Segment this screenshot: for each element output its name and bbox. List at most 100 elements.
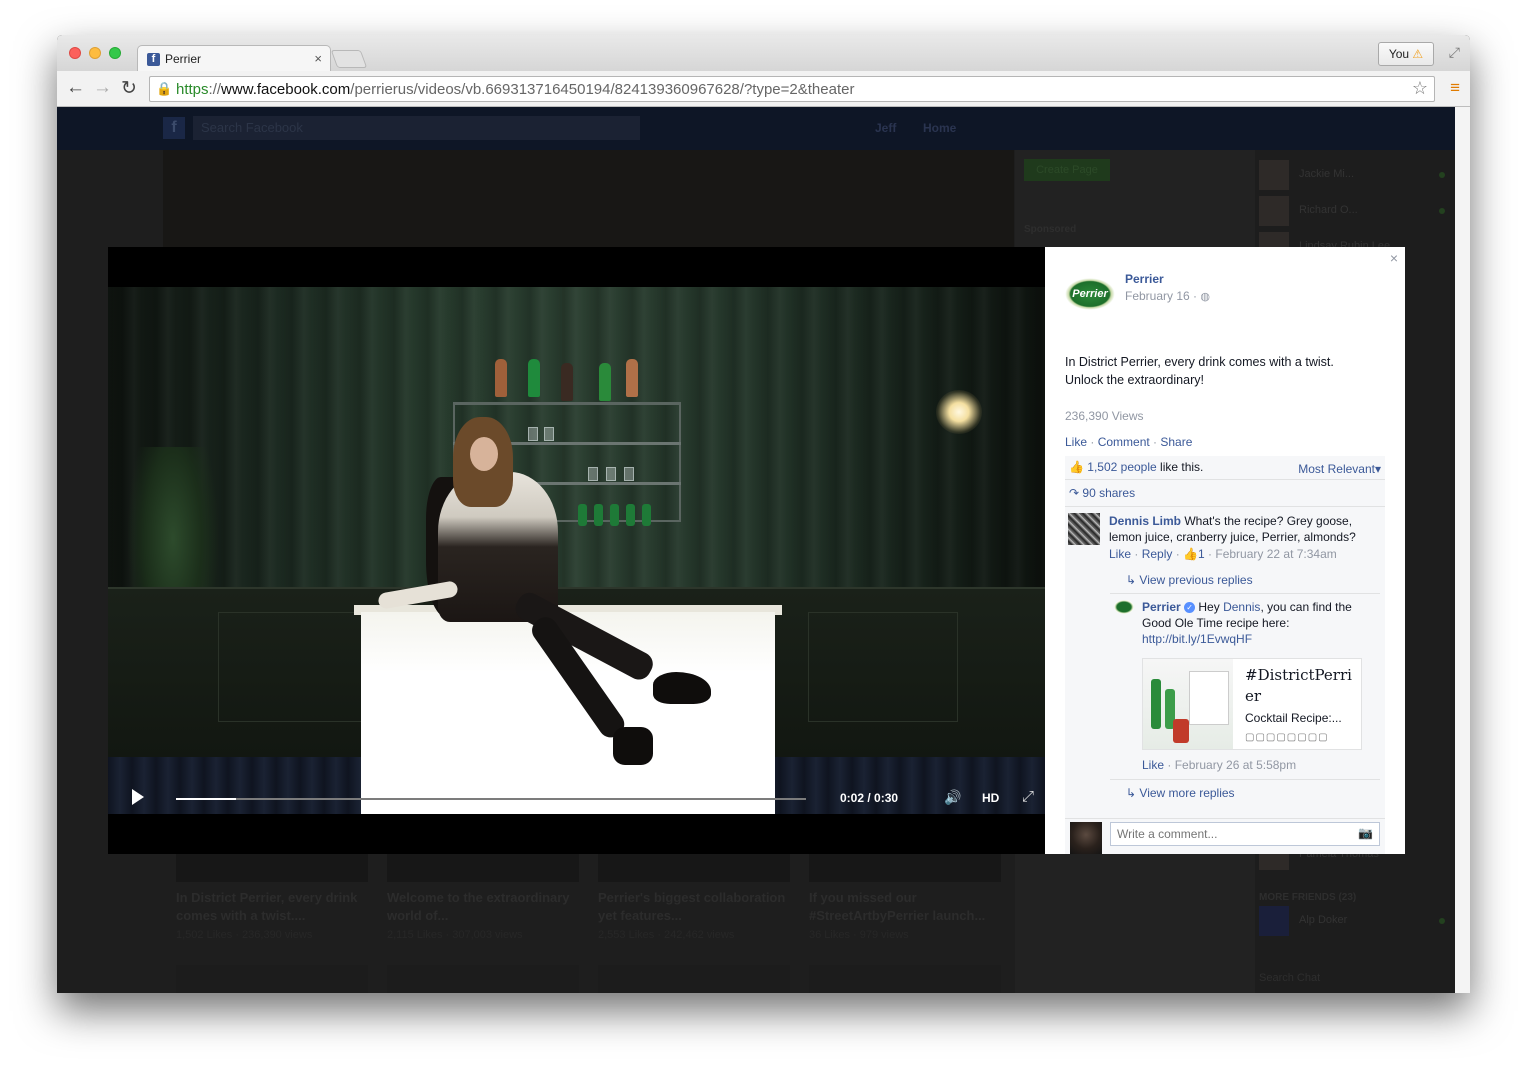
glass-shape bbox=[624, 467, 634, 481]
volume-icon[interactable]: 🔊 bbox=[944, 789, 961, 806]
comment-like-link[interactable]: Like bbox=[1109, 547, 1131, 561]
facebook-search[interactable]: Search Facebook bbox=[193, 116, 640, 140]
comment-composer: 📷 bbox=[1065, 818, 1385, 854]
video-thumbnail[interactable] bbox=[387, 852, 579, 882]
video-thumbnail[interactable] bbox=[176, 852, 368, 882]
video-thumbnail[interactable] bbox=[809, 965, 1001, 993]
view-previous-replies-link[interactable]: ↳ View previous replies bbox=[1126, 573, 1253, 587]
chat-search[interactable]: Search Chat bbox=[1259, 972, 1320, 984]
glass-shape bbox=[528, 427, 538, 441]
mention-link[interactable]: Dennis bbox=[1223, 600, 1260, 614]
video-thumbnail[interactable] bbox=[598, 965, 790, 993]
view-more-replies-row: ↳ View more replies bbox=[1110, 782, 1380, 808]
comment-timestamp[interactable]: February 22 at 7:34am bbox=[1215, 547, 1336, 561]
chat-contact[interactable]: Jackie Mi... bbox=[1259, 160, 1449, 190]
video-thumbnail[interactable] bbox=[176, 965, 368, 993]
facebook-page: f Search Facebook Jeff Home Create Page … bbox=[57, 107, 1470, 993]
verified-badge-icon: ✓ bbox=[1184, 602, 1196, 614]
shares-link[interactable]: 90 shares bbox=[1082, 486, 1135, 500]
reply-arrow-icon: ↳ bbox=[1126, 573, 1137, 587]
reply-meta: Like · February 26 at 5:58pm bbox=[1142, 758, 1297, 772]
wall-panel-frame bbox=[218, 612, 368, 722]
like-link[interactable]: Like bbox=[1065, 435, 1087, 449]
perrier-avatar-icon[interactable] bbox=[1114, 600, 1134, 614]
back-arrow-icon[interactable]: ← bbox=[66, 77, 85, 99]
share-link[interactable]: Share bbox=[1160, 435, 1192, 449]
hd-button[interactable]: HD bbox=[982, 791, 999, 805]
view-previous-replies-row: ↳ View previous replies bbox=[1110, 568, 1380, 594]
video-theater: 0:02 / 0:30 🔊 HD ⤢ × Perrier Perrier Feb… bbox=[108, 247, 1405, 854]
reload-icon[interactable]: ↻ bbox=[121, 77, 137, 100]
glass-shape bbox=[544, 427, 554, 441]
video-title[interactable]: If you missed our #StreetArtbyPerrier la… bbox=[809, 889, 1001, 925]
create-page-button[interactable]: Create Page bbox=[1024, 159, 1110, 181]
close-icon[interactable]: × bbox=[1390, 250, 1398, 266]
comment-like-count[interactable]: 1 bbox=[1198, 547, 1205, 561]
fullscreen-expand-icon[interactable]: ⤢ bbox=[1022, 788, 1034, 805]
online-dot-icon bbox=[1439, 918, 1445, 924]
video-thumbnail[interactable] bbox=[809, 852, 1001, 882]
perrier-logo-icon[interactable]: Perrier bbox=[1065, 278, 1115, 310]
link-preview-card[interactable]: #DistrictPerrier Cocktail Recipe:... ▢▢▢… bbox=[1142, 658, 1362, 750]
video-thumbnail[interactable] bbox=[598, 852, 790, 882]
page-name-link[interactable]: Perrier bbox=[1125, 272, 1164, 286]
video-controls: 0:02 / 0:30 🔊 HD ⤢ bbox=[108, 784, 1045, 814]
recipe-link[interactable]: http://bit.ly/1EvwqHF bbox=[1142, 632, 1252, 646]
sort-dropdown[interactable]: Most Relevant▾ bbox=[1298, 462, 1381, 476]
video-progress-bar[interactable] bbox=[176, 798, 806, 800]
reply-arrow-icon: ↳ bbox=[1126, 786, 1137, 800]
preview-title[interactable]: #DistrictPerrier bbox=[1245, 665, 1360, 707]
view-count: 236,390 Views bbox=[1065, 409, 1144, 423]
reply-author-link[interactable]: Perrier bbox=[1142, 600, 1181, 614]
preview-image[interactable] bbox=[1143, 659, 1233, 749]
facebook-logo-icon[interactable]: f bbox=[163, 117, 185, 139]
view-more-replies-link[interactable]: ↳ View more replies bbox=[1126, 786, 1235, 800]
play-icon[interactable] bbox=[132, 789, 144, 805]
video-player[interactable]: 0:02 / 0:30 🔊 HD ⤢ bbox=[108, 247, 1045, 854]
likes-count-link[interactable]: 1,502 people bbox=[1087, 460, 1156, 474]
comment-link[interactable]: Comment bbox=[1098, 435, 1150, 449]
cocktail-glass-shape bbox=[1173, 719, 1189, 743]
reply-timestamp[interactable]: February 26 at 5:58pm bbox=[1175, 758, 1296, 772]
comment-body: Dennis Limb What's the recipe? Grey goos… bbox=[1109, 513, 1379, 545]
camera-icon[interactable]: 📷 bbox=[1358, 826, 1373, 840]
reply-like-link[interactable]: Like bbox=[1142, 758, 1164, 772]
tab-close-icon[interactable]: × bbox=[314, 51, 322, 66]
menu-icon[interactable]: ≡ bbox=[1450, 79, 1460, 97]
new-tab-button[interactable] bbox=[330, 50, 368, 68]
comment-author-link[interactable]: Dennis Limb bbox=[1109, 514, 1181, 528]
likes-suffix: like this. bbox=[1160, 460, 1204, 474]
thumbs-up-icon: 👍 bbox=[1069, 460, 1084, 474]
title-bar: f Perrier × You ⚠ ⤢ bbox=[57, 35, 1470, 72]
page-scrollbar[interactable] bbox=[1455, 107, 1470, 993]
video-title[interactable]: Perrier's biggest collaboration yet feat… bbox=[598, 889, 790, 925]
reply-item: Perrier ✓ Hey Dennis, you can find the G… bbox=[1110, 596, 1380, 780]
post-date[interactable]: February 16 · ◍ bbox=[1125, 289, 1210, 303]
zoom-window-button[interactable] bbox=[109, 47, 121, 59]
bookmark-star-icon[interactable]: ☆ bbox=[1412, 78, 1428, 99]
forward-arrow-icon[interactable]: → bbox=[93, 77, 112, 99]
recipe-card-shape bbox=[1189, 671, 1229, 725]
comment-input[interactable] bbox=[1110, 822, 1380, 846]
video-frame[interactable] bbox=[108, 287, 1045, 814]
chat-contact[interactable]: Richard O... bbox=[1259, 196, 1449, 226]
avatar[interactable] bbox=[1068, 513, 1100, 545]
browser-tab[interactable]: f Perrier × bbox=[137, 45, 331, 72]
bottle-shape bbox=[599, 363, 611, 401]
address-bar[interactable]: 🔒 https://www.facebook.com/perrierus/vid… bbox=[149, 76, 1435, 102]
nav-home[interactable]: Home bbox=[923, 121, 956, 135]
nav-user[interactable]: Jeff bbox=[875, 121, 896, 135]
close-window-button[interactable] bbox=[69, 47, 81, 59]
minimize-window-button[interactable] bbox=[89, 47, 101, 59]
profile-button[interactable]: You ⚠ bbox=[1378, 42, 1434, 66]
video-meta: 36 Likes · 979 views bbox=[809, 929, 909, 941]
more-friends-label: MORE FRIENDS (23) bbox=[1259, 892, 1357, 903]
video-title[interactable]: In District Perrier, every drink comes w… bbox=[176, 889, 368, 925]
comment-reply-link[interactable]: Reply bbox=[1142, 547, 1173, 561]
bottle-shape bbox=[495, 359, 507, 397]
chat-contact[interactable]: Alp Doker bbox=[1259, 906, 1449, 936]
facebook-header: f Search Facebook Jeff Home bbox=[57, 107, 1455, 150]
fullscreen-icon[interactable]: ⤢ bbox=[1449, 44, 1460, 61]
video-title[interactable]: Welcome to the extraordinary world of... bbox=[387, 889, 579, 925]
video-thumbnail[interactable] bbox=[387, 965, 579, 993]
